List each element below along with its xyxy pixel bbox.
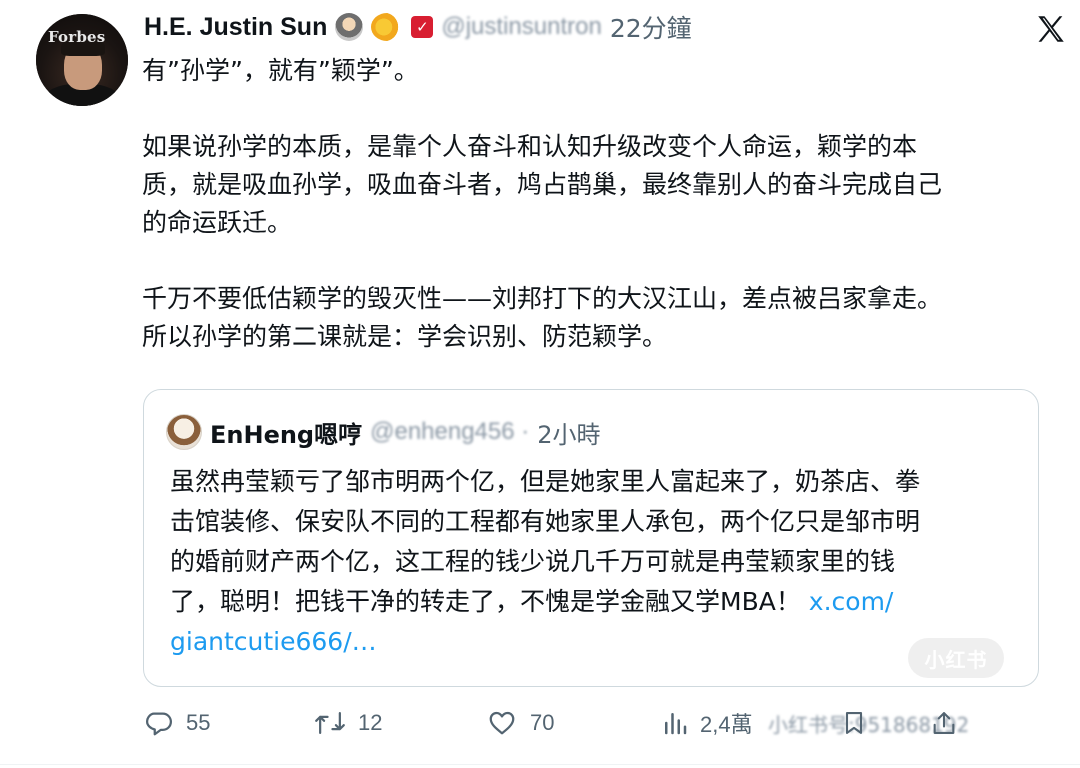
x-logo-icon[interactable] (1034, 12, 1068, 46)
bookmark-button[interactable] (840, 703, 868, 743)
avatar-brand-text: Forbes (48, 28, 106, 46)
quoted-tweet-card[interactable]: EnHeng嗯哼 @enheng456 · 2小時 虽然冉莹颖亏了邹市明两个亿，… (143, 389, 1039, 687)
tweet-paragraph: 千万不要低估颖学的毁灭性——刘邦打下的大汉江山，差点被吕家拿走。 所以孙学的第二… (142, 280, 1062, 356)
quoted-line: 击馆装修、保安队不同的工程都有她家里人承包，两个亿只是邹市明 (170, 507, 921, 536)
tweet-line: 千万不要低估颖学的毁灭性——刘邦打下的大汉江山，差点被吕家拿走。 (142, 284, 943, 313)
reply-button[interactable]: 55 (144, 703, 210, 743)
xiaohongshu-watermark: 小红书 (908, 638, 1004, 678)
reply-icon (146, 712, 172, 736)
like-count: 70 (530, 710, 555, 735)
quoted-author-name[interactable]: EnHeng嗯哼 (210, 415, 362, 450)
tweet-actions: 55 12 70 2,4萬 小红书号:951868192 (144, 703, 1064, 743)
quoted-tweet-time[interactable]: 2小時 (537, 415, 600, 450)
verified-badge-icon: ✓ (411, 16, 434, 38)
repost-count: 12 (358, 710, 383, 735)
quoted-line-text: 了，聪明！把钱干净的转走了，不愧是学金融又学MBA！ (170, 587, 809, 616)
like-button[interactable]: 70 (486, 703, 554, 743)
quoted-link-part2[interactable]: giantcutie666/… (170, 622, 1030, 662)
views-button[interactable]: 2,4萬 (662, 703, 753, 743)
quoted-line: 虽然冉莹颖亏了邹市明两个亿，但是她家里人富起来了，奶茶店、拳 (170, 467, 921, 496)
tweet-line: 的命运跃迁。 (142, 208, 293, 237)
repost-button[interactable]: 12 (314, 703, 382, 743)
tweet-line: 质，就是吸血孙学，吸血奋斗者，鸠占鹊巢，最终靠别人的奋斗完成自己 (142, 170, 943, 199)
quoted-tweet-text: 虽然冉莹颖亏了邹市明两个亿，但是她家里人富起来了，奶茶店、拳 击馆装修、保安队不… (170, 462, 1030, 662)
bottom-divider (0, 764, 1080, 765)
quoted-line: 的婚前财产两个亿，这工程的钱少说几千万可就是冉莹颖家里的钱 (170, 547, 896, 576)
tweet-line: 有”孙学”，就有”颖学”。 (142, 56, 419, 85)
tweet-header: H.E. Justin Sun ✓ @justinsuntron 22分鐘 (144, 10, 692, 44)
tweet-paragraph: 如果说孙学的本质，是靠个人奋斗和认知升级改变个人命运，颖学的本 质，就是吸血孙学… (142, 128, 1062, 242)
tweet-page: Forbes H.E. Justin Sun ✓ @justinsuntron … (0, 0, 1080, 768)
quoted-author-avatar[interactable] (166, 414, 202, 450)
tweet-paragraph: 有”孙学”，就有”颖学”。 (142, 52, 1062, 90)
repost-icon (315, 712, 345, 734)
astronaut-emoji-icon (335, 13, 364, 41)
author-handle[interactable]: @justinsuntron (441, 13, 601, 41)
like-icon (489, 711, 515, 735)
views-count: 2,4萬 (700, 712, 753, 737)
tweet-text: 有”孙学”，就有”颖学”。 如果说孙学的本质，是靠个人奋斗和认知升级改变个人命运… (142, 52, 1062, 356)
author-display-name[interactable]: H.E. Justin Sun (144, 13, 327, 42)
views-icon (665, 713, 687, 735)
sparkle-emoji-icon (371, 13, 404, 41)
quoted-link-part1[interactable]: x.com/ (809, 587, 894, 616)
quoted-author-handle[interactable]: @enheng456 · (370, 418, 529, 446)
share-icon (933, 712, 955, 734)
tweet-line: 所以孙学的第二课就是：学会识别、防范颖学。 (142, 322, 668, 351)
share-button[interactable] (930, 703, 958, 743)
author-avatar[interactable]: Forbes (36, 14, 128, 106)
quoted-tweet-header: EnHeng嗯哼 @enheng456 · 2小時 (166, 412, 601, 452)
tweet-line: 如果说孙学的本质，是靠个人奋斗和认知升级改变个人命运，颖学的本 (142, 132, 918, 161)
tweet-time[interactable]: 22分鐘 (610, 9, 692, 45)
bookmark-icon (845, 712, 863, 734)
quoted-line: 了，聪明！把钱干净的转走了，不愧是学金融又学MBA！ x.com/ (170, 582, 1030, 622)
reply-count: 55 (186, 710, 211, 735)
